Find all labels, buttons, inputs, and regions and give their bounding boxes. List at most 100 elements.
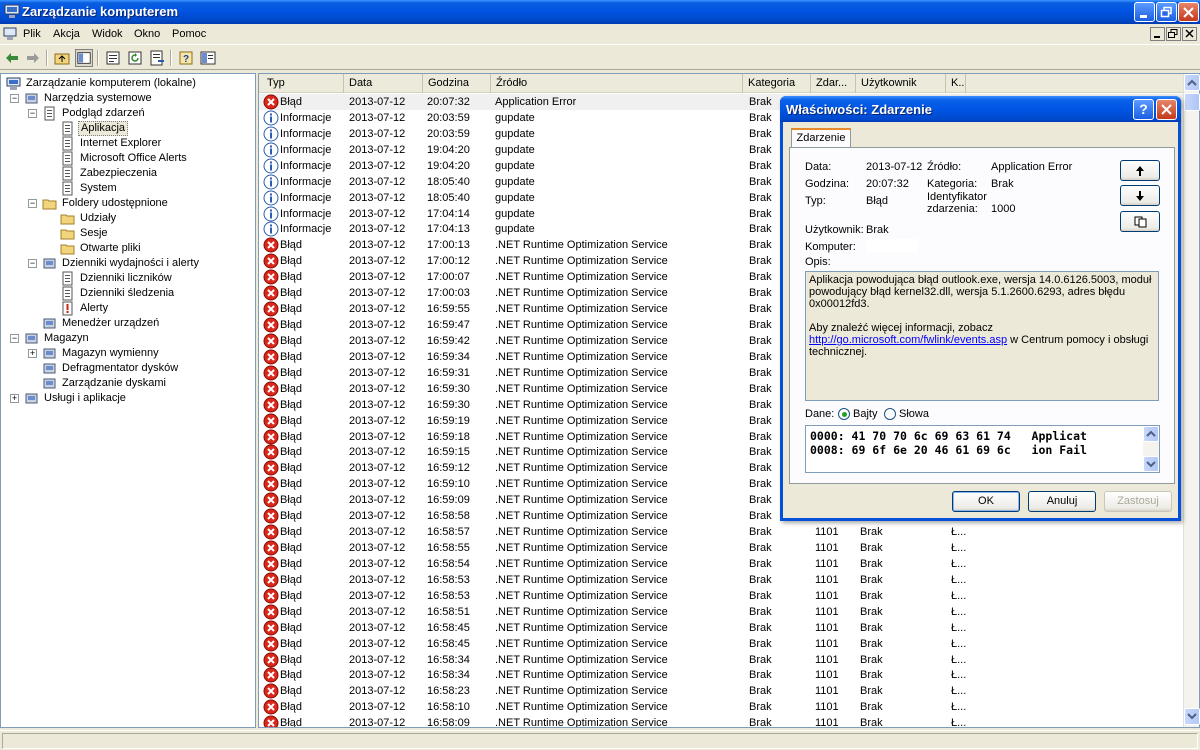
table-row[interactable]: Błąd 2013-07-12 16:58:51 .NET Runtime Optim… [259,604,1184,620]
source-cell: .NET Runtime Optimization Service [495,414,668,427]
time-cell: 16:59:55 [427,303,470,316]
category-cell: Brak [749,127,772,140]
hex-scroll-up-button[interactable] [1143,426,1159,442]
minimize-button[interactable] [1134,2,1155,22]
error-icon [263,572,279,588]
back-arrow-icon[interactable] [3,49,21,67]
help-button[interactable]: ? [1133,99,1154,120]
child-minimize-button[interactable] [1150,27,1165,41]
date-cell: 2013-07-12 [349,255,406,268]
ok-button[interactable]: OK [952,491,1020,512]
scroll-thumb[interactable] [1184,93,1200,111]
properties-icon[interactable] [104,49,122,67]
table-row[interactable]: Błąd 2013-07-12 16:58:10 .NET Runtime Optim… [259,699,1184,715]
collapse-icon[interactable]: − [10,94,19,103]
vertical-scrollbar[interactable] [1183,74,1200,727]
date-cell: 2013-07-12 [349,319,406,332]
export-list-icon[interactable] [148,49,166,67]
type-cell: Błąd [259,253,344,269]
menu-plik[interactable]: Plik [23,28,41,40]
column-header[interactable]: Godzina [423,74,491,93]
status-bar [0,730,1200,750]
type-value: Błąd [866,195,889,207]
dialog-close-button[interactable] [1156,99,1177,120]
source-cell: .NET Runtime Optimization Service [495,446,668,459]
column-header[interactable]: K... [946,74,966,93]
scroll-up-button[interactable] [1184,74,1200,91]
child-restore-button[interactable] [1166,27,1181,41]
table-row[interactable]: Błąd 2013-07-12 16:58:57 .NET Runtime Optim… [259,524,1184,540]
collapse-icon[interactable]: − [28,259,37,268]
table-row[interactable]: Błąd 2013-07-12 16:58:45 .NET Runtime Optim… [259,620,1184,636]
time-cell: 16:58:09 [427,717,470,728]
table-row[interactable]: Błąd 2013-07-12 16:58:53 .NET Runtime Optim… [259,588,1184,604]
bytes-radio[interactable] [838,408,850,420]
refresh-icon[interactable] [126,49,144,67]
computer-cell: Ł... [951,557,967,570]
column-header[interactable]: Źródło [491,74,743,93]
type-label: Błąd [280,271,303,284]
cancel-button[interactable]: Anuluj [1028,491,1096,512]
table-row[interactable]: Błąd 2013-07-12 16:58:45 .NET Runtime Optim… [259,636,1184,652]
type-cell: Informacje [259,110,344,126]
menu-okno[interactable]: Okno [134,28,160,40]
view-icon[interactable] [199,49,217,67]
collapse-icon[interactable]: − [10,334,19,343]
category-cell: Brak [749,510,772,523]
up-folder-icon[interactable] [53,49,71,67]
copy-button[interactable] [1120,211,1160,232]
menu-widok[interactable]: Widok [92,28,123,40]
bytes-label[interactable]: Bajty [853,408,877,420]
forward-arrow-icon[interactable] [24,49,42,67]
data-hex-box[interactable]: 0000: 41 70 70 6c 69 63 61 74 Applicat 0… [805,425,1160,473]
expand-icon[interactable]: + [28,349,37,358]
next-event-button[interactable] [1120,185,1160,206]
scroll-down-button[interactable] [1184,708,1200,725]
type-label: Błąd [280,350,303,363]
column-header[interactable]: Data [344,74,423,93]
tree-item-label: System [80,182,117,194]
type-label: Błąd [280,637,303,650]
hex-scrollbar[interactable] [1143,426,1159,472]
help-icon[interactable]: ? [177,49,195,67]
description-link[interactable]: http://go.microsoft.com/fwlink/events.as… [809,334,1007,346]
column-header[interactable]: Kategoria [743,74,811,93]
expand-icon[interactable]: + [10,394,19,403]
column-header[interactable]: Zdar... [811,74,856,93]
source-cell: .NET Runtime Optimization Service [495,653,668,666]
menu-pomoc[interactable]: Pomoc [172,28,206,40]
words-label[interactable]: Słowa [899,408,929,420]
apply-button[interactable]: Zastosuj [1104,491,1172,512]
table-row[interactable]: Błąd 2013-07-12 16:58:34 .NET Runtime Optim… [259,652,1184,668]
type-cell: Błąd [259,699,344,715]
category-cell: Brak [749,557,772,570]
previous-event-button[interactable] [1120,160,1160,181]
close-button[interactable] [1178,2,1199,22]
table-row[interactable]: Błąd 2013-07-12 16:58:55 .NET Runtime Optim… [259,540,1184,556]
collapse-icon[interactable]: − [28,199,37,208]
category-cell: Brak [749,239,772,252]
error-icon [263,365,279,381]
table-row[interactable]: Błąd 2013-07-12 16:58:53 .NET Runtime Optim… [259,572,1184,588]
user-cell: Brak [860,542,883,555]
child-close-button[interactable] [1182,27,1197,41]
restore-button[interactable] [1156,2,1177,22]
tab-zdarzenie[interactable]: Zdarzenie [791,128,851,148]
table-row[interactable]: Błąd 2013-07-12 16:58:09 .NET Runtime Optim… [259,715,1184,728]
menu-akcja[interactable]: Akcja [53,28,80,40]
category-cell: Brak [749,111,772,124]
console-tree[interactable]: Zarządzanie komputerem (lokalne) Narzędzi… [0,73,256,728]
computer-value [866,239,918,252]
words-radio[interactable] [884,408,896,420]
description-box[interactable]: Aplikacja powodująca błąd outlook.exe, w… [805,271,1159,401]
type-cell: Błąd [259,285,344,301]
show-hide-tree-icon[interactable] [75,49,93,67]
hex-scroll-down-button[interactable] [1143,456,1159,472]
collapse-icon[interactable]: − [28,109,37,118]
column-header[interactable]: Typ [262,74,344,93]
table-row[interactable]: Błąd 2013-07-12 16:58:34 .NET Runtime Optim… [259,667,1184,683]
type-label: Błąd [280,717,303,728]
column-header[interactable]: Użytkownik [856,74,946,93]
table-row[interactable]: Błąd 2013-07-12 16:58:23 .NET Runtime Optim… [259,683,1184,699]
table-row[interactable]: Błąd 2013-07-12 16:58:54 .NET Runtime Optim… [259,556,1184,572]
